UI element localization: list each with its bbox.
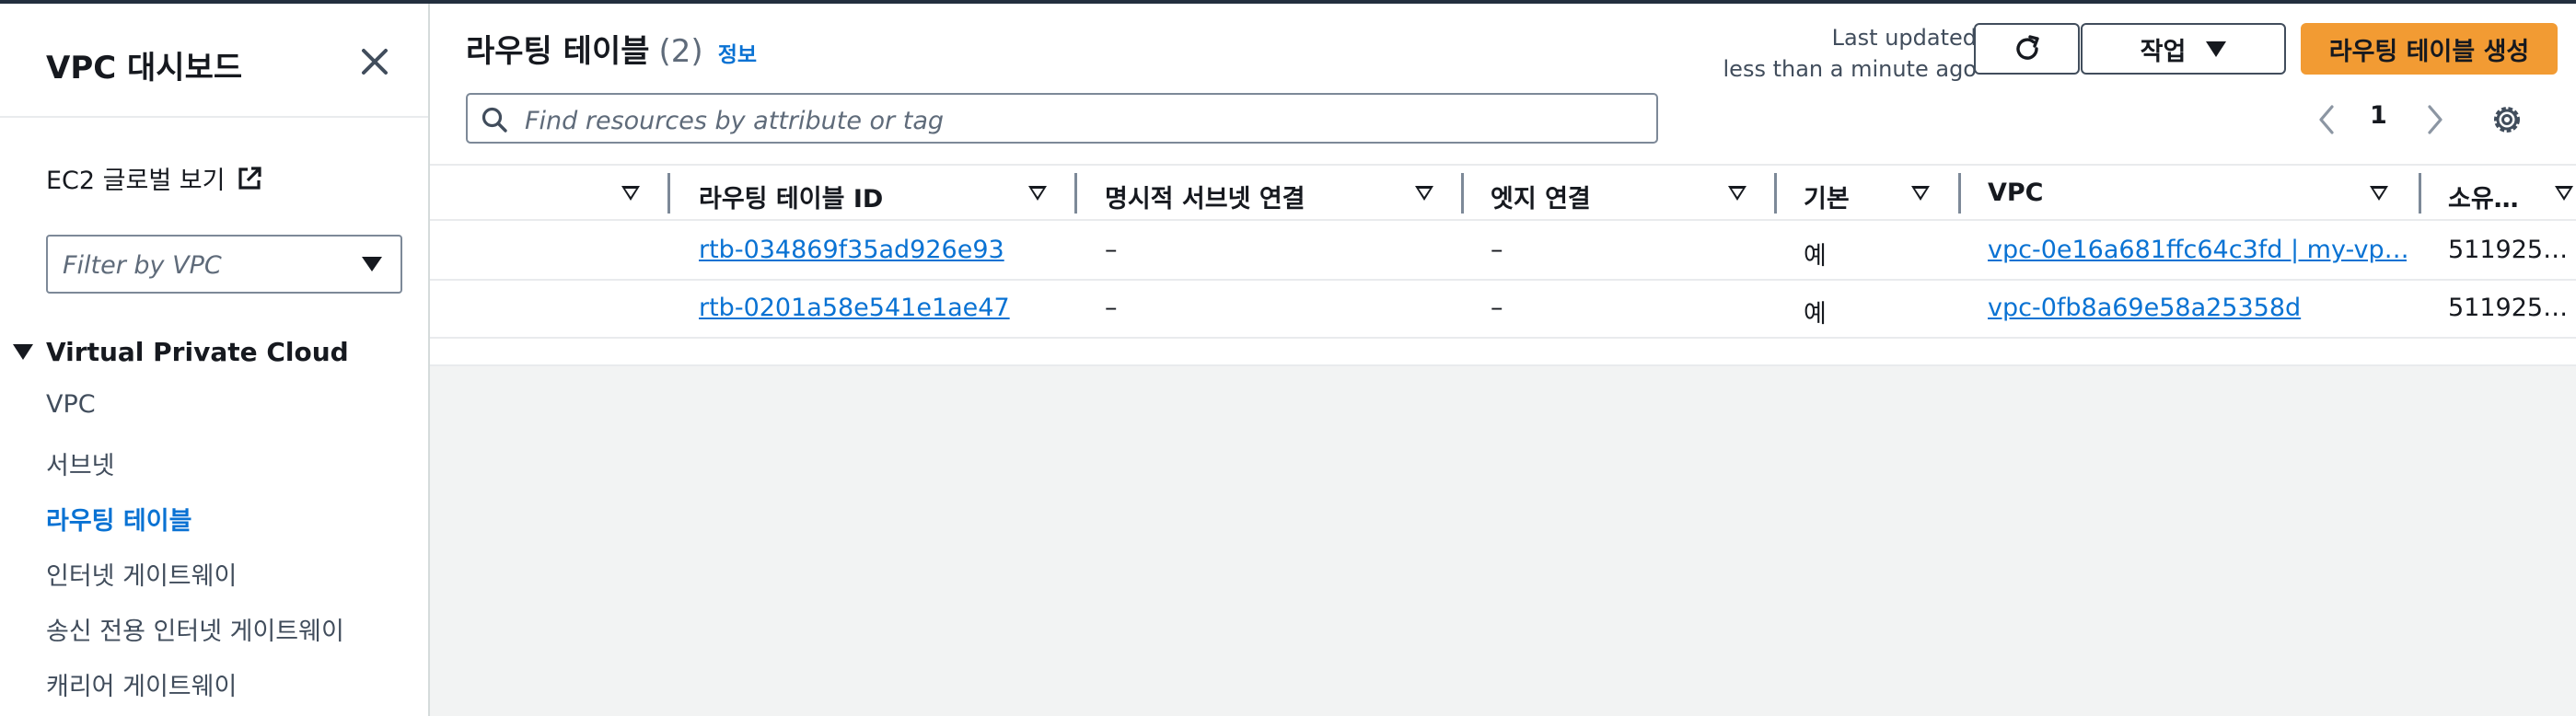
sidebar-item-route-tables[interactable]: 라우팅 테이블 (46, 501, 191, 537)
vpc-filter-placeholder: Filter by VPC (63, 251, 222, 280)
column-header-owner[interactable]: 소유… (2448, 179, 2519, 214)
column-divider[interactable] (1074, 173, 1077, 214)
column-divider[interactable] (1958, 173, 1961, 214)
column-header-edge-association[interactable]: 엣지 연결 (1491, 179, 1591, 214)
vpc-filter-select[interactable]: Filter by VPC (46, 235, 402, 294)
sidebar-item-egress-only-gateways[interactable]: 송신 전용 인터넷 게이트웨이 (46, 611, 344, 647)
ec2-global-view-label: EC2 글로벌 보기 (46, 167, 226, 195)
caret-down-icon (362, 257, 382, 271)
sort-icon[interactable] (2370, 186, 2388, 201)
sort-icon[interactable] (1911, 186, 1930, 201)
ec2-global-view-link[interactable]: EC2 글로벌 보기 (46, 160, 263, 196)
table-header: 라우팅 테이블 ID 명시적 서브넷 연결 엣지 연결 기본 VPC 소유… (430, 164, 2576, 221)
pagination-page-number[interactable]: 1 (2370, 101, 2387, 130)
side-nav-title[interactable]: VPC 대시보드 (46, 42, 242, 87)
main-cell: 예 (1804, 242, 1827, 271)
vpc-link[interactable]: vpc-0fb8a69e58a25358d (1988, 294, 2407, 322)
sort-icon[interactable] (1028, 186, 1047, 201)
create-route-table-button[interactable]: 라우팅 테이블 생성 (2301, 23, 2558, 75)
side-nav-header: VPC 대시보드 (0, 4, 428, 118)
last-updated-text: Last updated less than a minute ago (1664, 22, 1977, 85)
owner-cell: 511925… (2448, 236, 2569, 264)
column-divider[interactable] (2419, 173, 2421, 214)
column-divider[interactable] (667, 173, 670, 214)
chevron-right-icon[interactable] (2420, 101, 2448, 138)
refresh-button[interactable] (1974, 23, 2080, 75)
column-header-route-table-id[interactable]: 라우팅 테이블 ID (699, 179, 883, 214)
search-icon (482, 107, 507, 133)
panel-header: 라우팅 테이블 (2) 정보 (466, 26, 757, 71)
side-navigation: VPC 대시보드 EC2 글로벌 보기 Filter by VPC Virtua… (0, 4, 430, 716)
column-divider[interactable] (1774, 173, 1777, 214)
actions-label: 작업 (2140, 37, 2187, 66)
vpc-link[interactable]: vpc-0e16a681ffc64c3fd | my-vp… (1988, 236, 2407, 264)
edge-association-cell: – (1491, 294, 1503, 322)
chevron-left-icon[interactable] (2314, 101, 2341, 138)
column-header-vpc[interactable]: VPC (1988, 179, 2044, 207)
actions-dropdown-button[interactable]: 작업 (2081, 23, 2286, 75)
refresh-icon (2015, 35, 2039, 60)
explicit-subnet-cell: – (1105, 294, 1118, 322)
main-content: 라우팅 테이블 (2) 정보 Last updated less than a … (430, 4, 2576, 716)
sidebar-item-internet-gateways[interactable]: 인터넷 게이트웨이 (46, 556, 237, 592)
section-label: Virtual Private Cloud (46, 337, 349, 367)
last-updated-value: less than a minute ago (1723, 56, 1977, 82)
sort-icon[interactable] (1415, 186, 1433, 201)
main-cell: 예 (1804, 300, 1827, 329)
explicit-subnet-cell: – (1105, 236, 1118, 264)
table-row[interactable]: rtb-0201a58e541e1ae47 – – 예 vpc-0fb8a69e… (430, 281, 2576, 339)
caret-down-icon (2206, 40, 2227, 57)
resource-count: (2) (658, 33, 703, 70)
edge-association-cell: – (1491, 236, 1503, 264)
sort-icon[interactable] (2555, 186, 2573, 201)
sort-icon[interactable] (1728, 186, 1746, 201)
column-header-explicit-subnet[interactable]: 명시적 서브넷 연결 (1105, 179, 1305, 214)
sidebar-item-subnets[interactable]: 서브넷 (46, 445, 115, 481)
page-title: 라우팅 테이블 (466, 33, 650, 70)
table-row[interactable]: rtb-034869f35ad926e93 – – 예 vpc-0e16a681… (430, 223, 2576, 281)
column-divider[interactable] (1461, 173, 1464, 214)
caret-down-icon (13, 344, 33, 360)
search-placeholder: Find resources by attribute or tag (525, 107, 945, 135)
route-table-id-link[interactable]: rtb-0201a58e541e1ae47 (699, 294, 1010, 322)
sidebar-item-carrier-gateways[interactable]: 캐리어 게이트웨이 (46, 666, 237, 702)
search-input[interactable]: Find resources by attribute or tag (466, 93, 1658, 144)
external-link-icon (238, 166, 262, 190)
route-table-id-link[interactable]: rtb-034869f35ad926e93 (699, 236, 1004, 264)
info-link[interactable]: 정보 (718, 37, 757, 68)
last-updated-label: Last updated (1831, 25, 1977, 51)
route-tables-panel: 라우팅 테이블 (2) 정보 Last updated less than a … (430, 4, 2576, 366)
sort-icon[interactable] (621, 186, 640, 201)
owner-cell: 511925… (2448, 294, 2569, 322)
sidebar-item-vpc[interactable]: VPC (46, 390, 96, 419)
section-virtual-private-cloud[interactable]: Virtual Private Cloud (13, 337, 349, 367)
close-icon[interactable] (355, 42, 394, 81)
settings-icon[interactable] (2488, 100, 2526, 139)
column-header-main[interactable]: 기본 (1804, 179, 1850, 214)
